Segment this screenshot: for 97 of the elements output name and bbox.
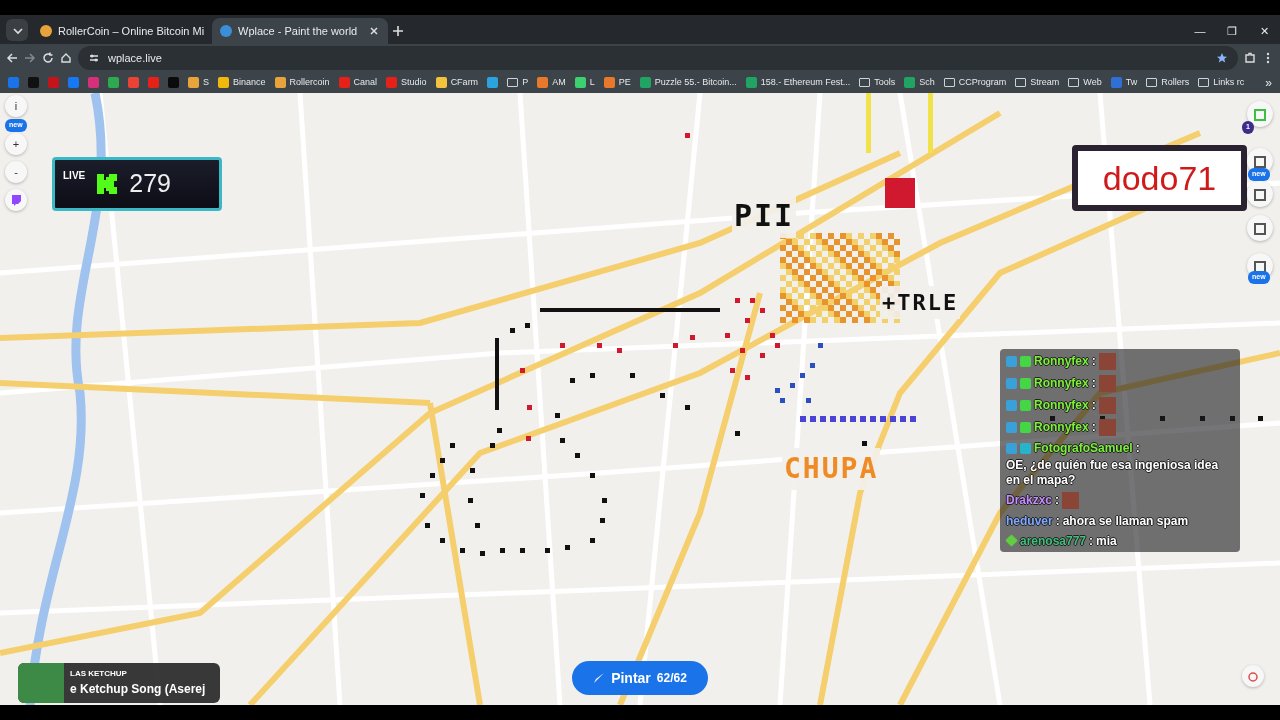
badge-icon [1020,422,1031,433]
bookmark[interactable]: L [574,75,595,90]
site-info-icon[interactable] [88,52,100,64]
minimize-button[interactable]: — [1184,18,1216,44]
chat-separator: : [1089,533,1094,548]
browser-tab[interactable]: Wplace - Paint the world [212,18,388,44]
bookmark[interactable]: Canal [338,75,378,90]
tab-title: RollerCoin – Online Bitcoin Mi [58,23,205,39]
badge-icon [1006,442,1017,454]
chat-username: FotografoSamuel [1034,441,1133,456]
chat-separator: : [1091,354,1096,369]
folder-icon [943,78,955,87]
badge-icon [1020,356,1031,367]
folder-icon [1015,78,1027,87]
pixel-art-text: CHUPA [782,448,881,490]
new-tab-button[interactable] [392,24,404,37]
k-logo-icon [95,172,120,196]
badge-icon [1006,422,1017,433]
bookmark-icon[interactable] [487,77,499,88]
locate-button[interactable] [1242,665,1264,687]
back-button[interactable] [6,52,18,64]
bookmark[interactable]: S [188,75,209,90]
more-bookmarks-button[interactable]: » [1265,73,1272,92]
bookmark[interactable]: Rollercoin [274,75,330,90]
bookmark[interactable]: CFarm [435,75,479,90]
chat-username: arenosa777 [1020,533,1087,548]
chat-separator: : [1091,420,1096,435]
pixel-art-text: +TRLE [880,286,961,319]
badge-icon [1006,378,1017,389]
zoom-out-button[interactable]: - [5,161,27,183]
folder-icon [1068,78,1080,87]
chat-username: Drakzxc [1006,493,1053,508]
bookmark[interactable]: Studio [386,75,427,90]
twitch-button[interactable] [5,189,27,211]
bookmark[interactable]: AM [537,75,566,90]
bookmark[interactable]: Stream [1015,75,1060,90]
bookmark[interactable]: CCProgram [943,75,1007,90]
pixel-icon-button[interactable] [1247,101,1273,127]
bookmark[interactable]: Rollers [1146,75,1190,90]
chat-separator: : [1055,514,1060,529]
chat-username: Ronnyfex [1034,354,1089,369]
info-button[interactable]: i [5,95,27,117]
chat-message: ahora se llaman spam [1062,514,1189,529]
home-button[interactable] [60,52,72,64]
group-button[interactable] [1247,181,1273,207]
close-icon[interactable] [368,25,380,37]
restore-button[interactable]: ❐ [1216,18,1248,44]
extensions-icon[interactable] [1244,52,1256,64]
folder-icon [1146,78,1158,87]
artist-name: LAS KETCHUP [70,668,128,680]
bookmark[interactable]: Binance [218,75,266,90]
name-plate: dodo71 [1072,145,1247,211]
paint-button[interactable]: Pintar 62/62 [572,661,708,695]
viewer-count: 279 [129,168,171,200]
bookmark[interactable]: Sch [904,75,935,90]
chat-separator: : [1135,441,1140,456]
chat-message: OE, ¿de quién fue esa ingeniosa idea en el mapa? [1006,458,1220,488]
chat-username: Ronnyfex [1034,376,1089,391]
chat-separator: : [1091,398,1096,413]
brush-icon [593,672,606,684]
pixel-art-text: PII [732,193,797,238]
chat-message: mia [1096,533,1117,548]
badge-icon [1006,356,1017,367]
reload-button[interactable] [42,52,54,64]
bookmark[interactable]: Tw [1110,75,1138,90]
song-title: e Ketchup Song (Aserej [70,681,206,698]
folder-icon [507,78,519,87]
zoom-in-button[interactable]: + [5,133,27,155]
chat-username: Ronnyfex [1034,420,1089,435]
folder-icon [1198,78,1210,87]
chat-username: Ronnyfex [1034,398,1089,413]
album-art-placeholder [18,663,64,703]
bookmark[interactable]: Tools [859,75,896,90]
bookmark[interactable]: P [507,75,529,90]
folder-icon [859,78,871,87]
badge-icon [1006,400,1017,411]
chat-separator: : [1055,493,1060,508]
badge-icon [1020,442,1031,454]
chat-username: heduver [1006,514,1053,529]
bookmark[interactable]: PE [603,75,631,90]
address-bar[interactable]: wplace.live [78,46,1238,70]
close-button[interactable]: ✕ [1248,18,1280,44]
bookmark[interactable]: Links rc [1198,75,1245,90]
bookmark-star-icon[interactable] [1216,52,1228,64]
search-button[interactable] [1247,215,1273,241]
tab-title: Wplace - Paint the world [238,23,358,39]
url-text: wplace.live [108,50,162,66]
target-icon [1247,670,1259,683]
bookmark[interactable]: Puzzle 55.- Bitcoin... [639,75,737,90]
bookmark[interactable]: Web [1068,75,1102,90]
bookmark[interactable]: 158.- Ethereum Fest... [745,75,851,90]
badge-icon [1020,378,1031,389]
forward-button[interactable] [24,52,36,64]
chat-separator: : [1091,376,1096,391]
badge-icon [1020,400,1031,411]
live-label: LIVE [63,169,86,183]
chat-icon [11,195,21,207]
